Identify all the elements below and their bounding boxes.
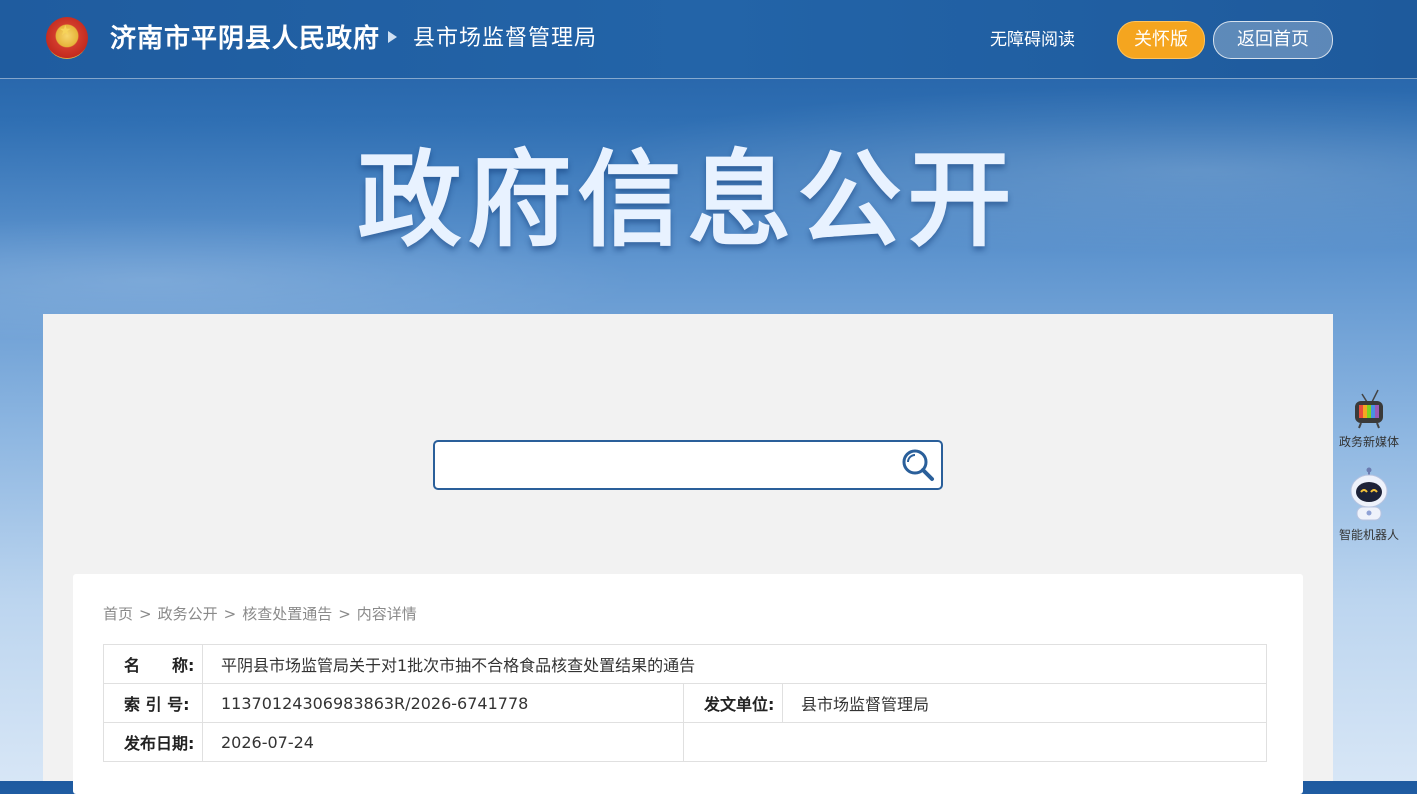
breadcrumb-separator: >	[223, 605, 237, 623]
gov-new-media-widget[interactable]: 政务新媒体	[1336, 384, 1402, 450]
search-icon[interactable]	[899, 447, 939, 483]
name-label: 名 称:	[103, 644, 203, 684]
triangle-right-icon	[388, 31, 397, 43]
national-emblem-icon: ★	[46, 17, 88, 59]
breadcrumb-item-gov-affairs[interactable]: 政务公开	[158, 603, 218, 625]
tv-icon	[1355, 389, 1383, 429]
issuer-label: 发文单位:	[683, 683, 783, 723]
breadcrumb-item-detail: 内容详情	[356, 605, 417, 623]
department-name: 县市场监督管理局	[413, 26, 598, 51]
name-value: 平阴县市场监管局关于对1批次市抽不合格食品核查处置结果的通告	[202, 644, 1267, 684]
search-input[interactable]	[443, 448, 887, 482]
table-row: 索 引 号: 11370124306983863R/2026-6741778 发…	[103, 683, 1267, 723]
widget-label: 智能机器人	[1338, 528, 1399, 542]
site-name[interactable]: 济南市平阴县人民政府	[110, 21, 380, 57]
table-row: 名 称: 平阴县市场监管局关于对1批次市抽不合格食品核查处置结果的通告	[103, 644, 1267, 684]
content-card: 首页 > 政务公开 > 核查处置通告 > 内容详情 名 称: 平阴县市场监管局关于对1批次市…	[73, 574, 1303, 794]
empty-cell	[683, 722, 1267, 762]
index-label: 索 引 号:	[103, 683, 203, 723]
site-header: ★ 济南市平阴县人民政府 县市场监督管理局 无障碍阅读 关怀版 返回首页	[0, 0, 1417, 79]
index-value: 11370124306983863R/2026-6741778	[202, 683, 684, 723]
accessible-reading-link[interactable]: 无障碍阅读	[990, 28, 1075, 52]
date-value: 2026-07-24	[202, 722, 684, 762]
table-row: 发布日期: 2026-07-24	[103, 722, 1267, 762]
robot-icon	[1350, 467, 1388, 521]
date-label: 发布日期:	[103, 722, 203, 762]
issuer-value: 县市场监督管理局	[782, 683, 1267, 723]
document-info-table: 名 称: 平阴县市场监管局关于对1批次市抽不合格食品核查处置结果的通告 索 引 …	[103, 644, 1267, 762]
back-home-button[interactable]: 返回首页	[1213, 21, 1333, 59]
widget-label: 政务新媒体	[1338, 435, 1399, 449]
breadcrumb-separator: >	[139, 605, 152, 623]
breadcrumb-item-notices[interactable]: 核查处置通告	[242, 603, 332, 625]
breadcrumb-item-home[interactable]: 首页	[103, 603, 133, 625]
breadcrumb: 首页 > 政务公开 > 核查处置通告 > 内容详情	[103, 603, 417, 625]
main-panel: 首页 > 政务公开 > 核查处置通告 > 内容详情 名 称: 平阴县市场监管局关于对1批次市…	[43, 314, 1333, 794]
care-mode-button[interactable]: 关怀版	[1117, 21, 1205, 59]
banner-title: 政府信息公开	[357, 139, 1018, 261]
breadcrumb-separator: >	[338, 605, 351, 623]
smart-robot-widget[interactable]: 智能机器人	[1336, 467, 1402, 543]
search-box	[433, 440, 943, 490]
